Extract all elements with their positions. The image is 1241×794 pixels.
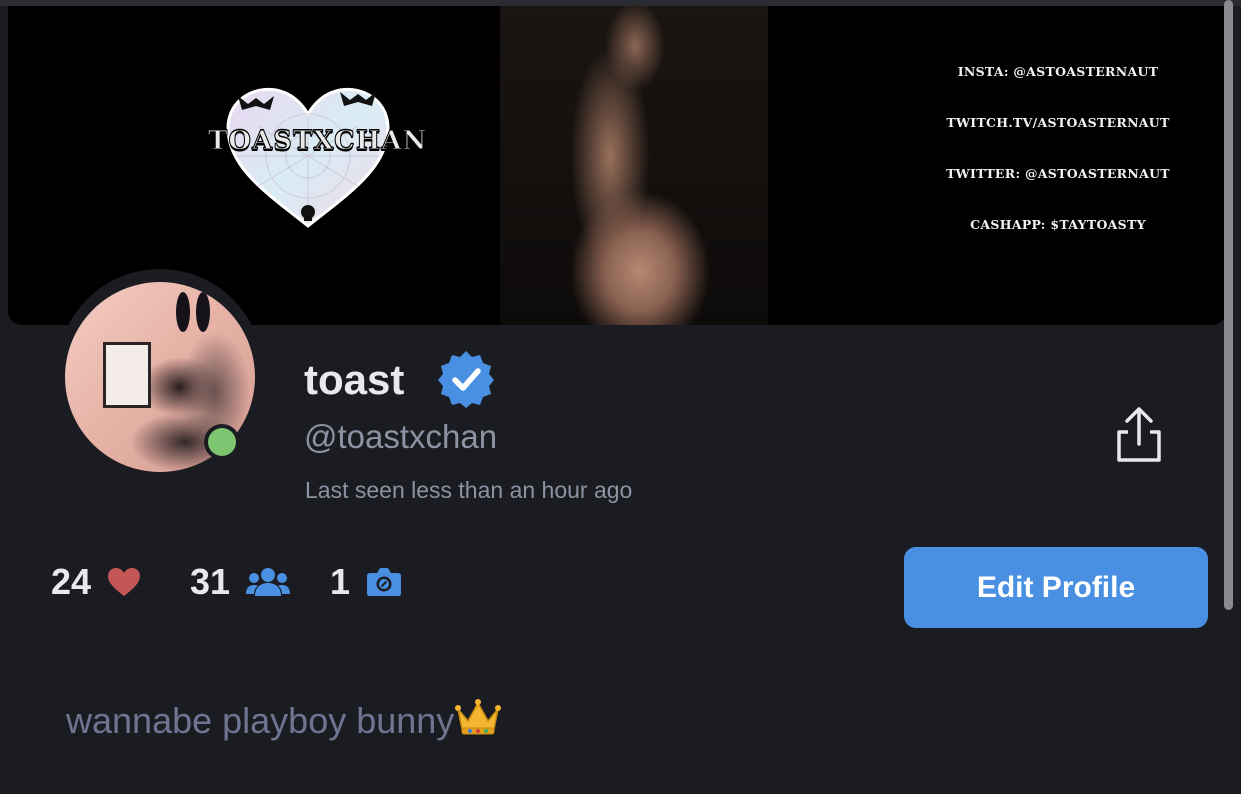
stat-photos[interactable]: 1 xyxy=(330,561,402,603)
username: @toastxchan xyxy=(304,418,498,455)
banner-link-twitch: TWITCH.TV/ASTOASTERNAUT xyxy=(946,115,1170,130)
banner-link-twitter: TWITTER: @ASTOASTERNAUT xyxy=(946,166,1170,181)
banner-link-insta: INSTA: @ASTOASTERNAUT xyxy=(957,64,1159,79)
bio-text: wannabe playboy bunny xyxy=(66,700,455,741)
online-status-indicator xyxy=(204,424,240,460)
likes-count: 24 xyxy=(51,561,92,602)
bunny-ears-icon xyxy=(176,292,210,332)
heart-logo-icon xyxy=(226,87,390,228)
banner-logo-text: TOASTXCHAN xyxy=(208,126,428,157)
stat-followers[interactable]: 31 xyxy=(190,561,291,603)
display-name: toast xyxy=(304,356,405,403)
online-dot xyxy=(208,428,236,456)
banner-logo: TOASTXCHAN xyxy=(208,76,428,236)
photos-count: 1 xyxy=(330,561,351,602)
users-icon xyxy=(246,568,291,596)
heart-icon xyxy=(108,568,141,596)
camera-icon xyxy=(367,568,402,596)
share-button[interactable] xyxy=(1106,402,1172,468)
share-icon xyxy=(1117,407,1161,462)
crown-icon xyxy=(455,699,502,735)
scrollbar[interactable] xyxy=(1224,0,1233,610)
edit-profile-button[interactable]: Edit Profile xyxy=(904,547,1208,628)
banner-link-cashapp: CASHAPP: $TAYTOASTY xyxy=(970,217,1146,232)
followers-count: 31 xyxy=(190,561,231,602)
stat-likes[interactable]: 24 xyxy=(51,561,141,603)
avatar-wall-frame xyxy=(103,342,151,408)
banner-photo xyxy=(500,6,768,325)
last-seen-status: Last seen less than an hour ago xyxy=(305,477,633,503)
verified-badge-icon xyxy=(438,351,494,408)
banner-social-links: INSTA: @ASTOASTERNAUT TWITCH.TV/ASTOASTE… xyxy=(908,62,1208,266)
profile-page: TOASTXCHAN INSTA: @ASTOASTERNAUT TWITCH.… xyxy=(0,0,1241,794)
profile-bio: wannabe playboy bunny xyxy=(66,697,502,743)
